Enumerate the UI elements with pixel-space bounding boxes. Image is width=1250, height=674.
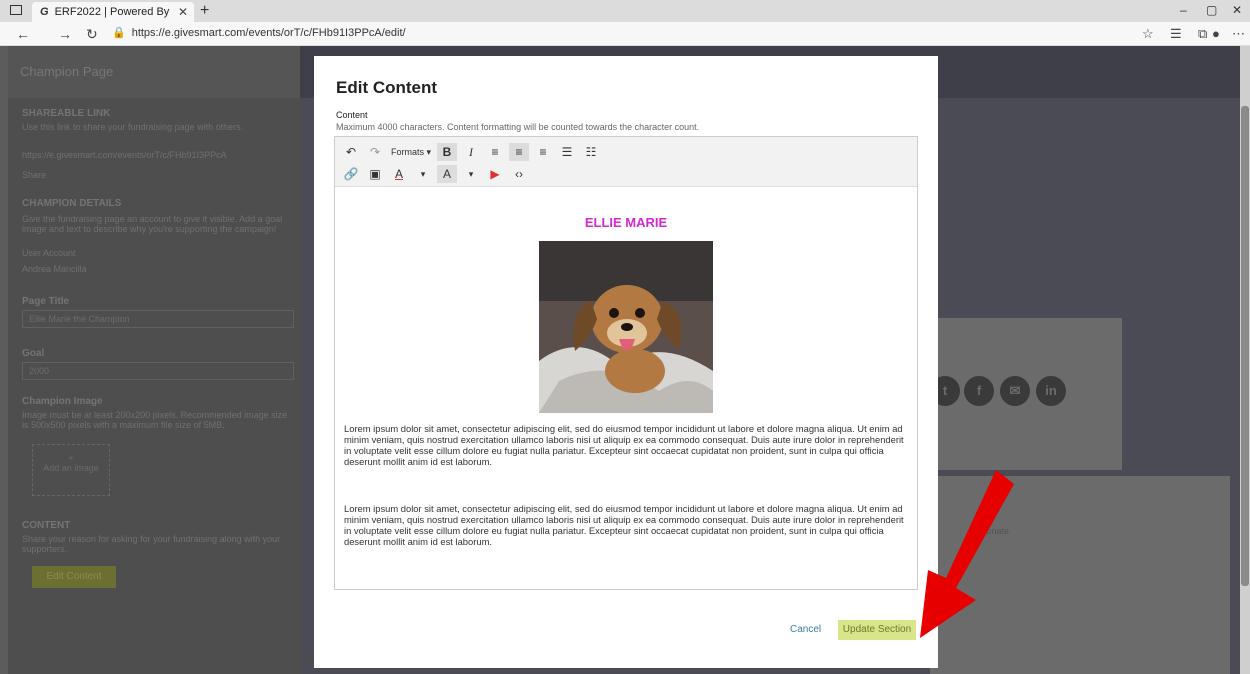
align-right-icon[interactable]: ≡ [533,143,553,161]
content-hint: Maximum 4000 characters. Content formatt… [336,122,700,132]
facebook-icon[interactable]: f [964,376,994,406]
refresh-icon[interactable]: ↻ [86,26,98,43]
address-bar[interactable]: 🔒 https://e.givesmart.com/events/orT/c/FH… [112,26,406,39]
minimize-icon[interactable]: – [1180,3,1187,17]
link-icon[interactable]: 🔗 [341,165,361,183]
add-image-label: Add an image [43,463,99,473]
email-icon[interactable]: ✉ [1000,376,1030,406]
edit-content-button[interactable]: Edit Content [32,566,116,588]
close-window-icon[interactable]: ✕ [1232,3,1242,17]
numbered-list-icon[interactable]: ☷ [581,143,601,161]
new-tab-button[interactable]: + [200,2,209,20]
text-color-icon[interactable]: A [389,165,409,183]
page-scrollbar[interactable] [1240,46,1250,674]
more-icon[interactable]: ⋯ [1232,26,1245,42]
collections-icon[interactable]: ⧉ [1198,26,1207,42]
shareable-link-heading: SHAREABLE LINK [22,108,111,119]
tab-title: ERF2022 | Powered By [54,6,170,18]
editor-content[interactable]: ELLIE MARIE Lorem ipsum dolor sit amet, … [335,187,917,589]
forward-icon[interactable]: → [58,26,72,42]
url-text: https://e.givesmart.com/events/orT/c/FHb… [131,27,406,39]
shareable-link-hint: Use this link to share your fundraising … [22,122,244,132]
red-arrow-annotation [920,470,1014,638]
align-left-icon[interactable]: ≡ [485,143,505,161]
share-link[interactable]: Share [22,170,46,180]
page-title-label: Page Title [22,296,70,307]
tab-actions-icon[interactable] [10,5,22,15]
shareable-link-value[interactable]: https://e.givesmart.com/events/orT/c/FHb… [22,150,227,160]
undo-icon[interactable]: ↶ [341,143,361,161]
givesmart-favicon-icon: G [40,6,49,18]
content-title: ELLIE MARIE [584,215,668,230]
favorite-star-icon[interactable]: ☆ [1142,26,1154,42]
profile-avatar-icon[interactable]: ● [1212,26,1220,41]
panel-header: Champion Page [8,46,300,98]
linkedin-icon[interactable]: in [1036,376,1066,406]
modal-title: Edit Content [336,78,438,97]
content-section-hint: Share your reason for asking for your fu… [22,534,281,554]
browser-tab-bar: G ERF2022 | Powered By ✕ + – ▢ ✕ [0,0,1250,22]
goal-input[interactable]: 2000 [22,362,294,380]
redo-icon[interactable]: ↷ [365,143,385,161]
text-color-dropdown-icon[interactable]: ▾ [413,165,433,183]
user-account-value: Andrea Mancilla [22,264,87,274]
formats-dropdown[interactable]: Formats ▾ [389,143,433,161]
browser-tab[interactable]: G ERF2022 | Powered By ✕ [32,2,194,22]
image-icon[interactable]: ▣ [365,165,385,183]
page-title-input[interactable]: Ellie Marie the Champion [22,310,294,328]
background-color-dropdown-icon[interactable]: ▾ [461,165,481,183]
goal-label: Goal [22,348,45,359]
cancel-button[interactable]: Cancel [790,624,821,635]
source-code-icon[interactable]: ‹› [509,165,529,183]
browser-toolbar: ← → ↻ 🔒 https://e.givesmart.com/events/or… [0,22,1250,46]
content-heading: CONTENT [22,520,71,531]
background-color-icon[interactable]: A [437,165,457,183]
champion-image-hint: Image must be at least 200x200 pixels. R… [22,410,288,430]
paragraph-1: Lorem ipsum dolor sit amet, consectetur … [344,423,904,467]
rich-text-editor: ↶ ↷ Formats ▾ B I ≡ ≡ ≡ ☰ ☷ 🔗 ▣ A ▾ A ▾ … [334,136,918,590]
content-label: Content [336,110,368,120]
champion-editor-panel: Champion Page SHAREABLE LINK Use this li… [8,46,300,674]
restore-icon[interactable]: ▢ [1206,3,1217,17]
champion-image-label: Champion Image [22,396,103,407]
add-image-button[interactable]: + Add an image [32,444,110,496]
champion-details-heading: CHAMPION DETAILS [22,198,122,209]
plus-icon: + [68,453,74,463]
favorites-list-icon[interactable]: ☰ [1170,26,1182,42]
video-icon[interactable]: ▶ [485,165,505,183]
dog-photo [539,241,713,413]
align-center-icon[interactable]: ≡ [509,143,529,161]
edit-content-modal: Edit Content Content Maximum 4000 charac… [314,56,938,668]
bullet-list-icon[interactable]: ☰ [557,143,577,161]
bold-button[interactable]: B [437,143,457,161]
editor-toolbar: ↶ ↷ Formats ▾ B I ≡ ≡ ≡ ☰ ☷ 🔗 ▣ A ▾ A ▾ … [335,137,917,187]
champion-details-hint: Give the fundraising page an account to … [22,214,283,234]
lock-icon: 🔒 [112,27,126,39]
user-account-label: User Account [22,248,76,258]
paragraph-2: Lorem ipsum dolor sit amet, consectetur … [344,503,904,547]
back-icon[interactable]: ← [16,26,30,42]
close-tab-icon[interactable]: ✕ [178,5,188,19]
scroll-thumb[interactable] [1241,106,1249,586]
italic-button[interactable]: I [461,143,481,161]
